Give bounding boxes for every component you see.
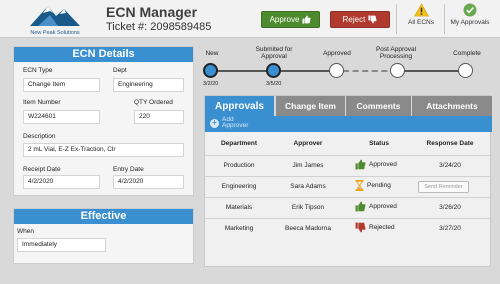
- receipt-date-field[interactable]: 4/2/2020: [23, 175, 100, 189]
- when-label: When: [17, 228, 34, 235]
- status-text: Approved: [369, 203, 397, 210]
- receipt-date-label: Receipt Date: [23, 166, 61, 173]
- item-number-label: Item Number: [23, 99, 61, 106]
- nav-my-label: My Approvals: [450, 19, 490, 26]
- department-cell: Production: [223, 162, 255, 169]
- status-text: Approved: [369, 161, 397, 168]
- hourglass-icon: [355, 180, 364, 191]
- dept-field[interactable]: Engineering: [113, 78, 184, 92]
- stage-dot-complete: [458, 63, 473, 78]
- status-text: Rejected: [369, 224, 395, 231]
- status-cell: Rejected: [355, 222, 395, 233]
- tab-comments[interactable]: Comments: [346, 96, 411, 116]
- approver-cell: Beeca Madorna: [285, 225, 331, 232]
- stage-label: New: [205, 50, 219, 57]
- approver-cell: Erik Tipson: [291, 204, 325, 211]
- progress-line: [404, 70, 459, 72]
- add-approver-button[interactable]: + Add Approver: [210, 116, 256, 129]
- nav-my-approvals[interactable]: My Approvals: [444, 3, 496, 37]
- when-field[interactable]: Immediately: [17, 238, 106, 252]
- check-circle-icon: [463, 3, 477, 17]
- response-date-cell: 3/26/20: [439, 204, 461, 211]
- description-field[interactable]: 2 mL Vial, E-Z Ex-Traction, Clr: [23, 143, 184, 157]
- approver-cell: Sara Adams: [290, 183, 326, 190]
- status-cell: Approved: [355, 159, 397, 170]
- app-title: ECN Manager: [106, 4, 198, 20]
- entry-date-label: Entry Date: [113, 166, 144, 173]
- logo-text: New Peak Solutions: [30, 30, 80, 36]
- column-header: Status: [369, 140, 389, 147]
- item-number-field[interactable]: W224601: [23, 110, 100, 124]
- status-cell: Approved: [355, 201, 397, 212]
- tab-bar: Approvals Change Item Comments Attachmen…: [205, 96, 492, 116]
- dept-label: Dept: [113, 67, 127, 74]
- status-cell: Pending: [355, 180, 391, 191]
- table-row[interactable]: Marketing Beeca Madorna Rejected 3/27/20: [205, 218, 492, 239]
- tab-attachments[interactable]: Attachments: [412, 96, 492, 116]
- status-text: Pending: [367, 182, 391, 189]
- tab-approvals[interactable]: Approvals: [205, 96, 274, 116]
- approvals-toolbar: + Add Approver: [205, 116, 492, 132]
- table-row[interactable]: Materials Erik Tipson Approved 3/26/20: [205, 197, 492, 218]
- thumbs-down-icon: [355, 222, 366, 233]
- thumbs-down-icon: [368, 15, 377, 24]
- progress-line: [343, 70, 397, 72]
- ecn-details-panel: ECN Details ECN Type Change Item Dept En…: [13, 46, 194, 196]
- effective-title: Effective: [14, 209, 193, 224]
- nav-all-label: All ECNs: [407, 19, 434, 26]
- app-header: New Peak Solutions ECN Manager Ticket #:…: [0, 0, 500, 38]
- approval-progress: New Submited for Approval Approved Post …: [200, 44, 492, 92]
- effective-panel: Effective When Immediately: [13, 208, 194, 264]
- warning-icon: [413, 3, 429, 17]
- response-date-cell: 3/27/20: [439, 225, 461, 232]
- stage-label: Complete: [453, 50, 481, 57]
- qty-field[interactable]: 220: [134, 110, 184, 124]
- approve-label: Approve: [269, 15, 300, 24]
- ecn-type-field[interactable]: Change Item: [23, 78, 100, 92]
- column-header: Department: [220, 140, 258, 147]
- department-cell: Materials: [225, 204, 253, 211]
- stage-dot-approved: [329, 63, 344, 78]
- ecn-details-title: ECN Details: [14, 47, 193, 62]
- approve-button[interactable]: Approve: [261, 11, 320, 28]
- send-reminder-button[interactable]: Send Reminder: [418, 181, 469, 193]
- stage-dot-new: [203, 63, 218, 78]
- entry-date-field[interactable]: 4/2/2020: [113, 175, 184, 189]
- approvals-panel: Approvals Change Item Comments Attachmen…: [204, 95, 492, 267]
- progress-line: [281, 70, 331, 72]
- department-cell: Engineering: [221, 183, 257, 190]
- company-logo[interactable]: New Peak Solutions: [20, 2, 90, 36]
- column-header: Approver: [293, 140, 323, 147]
- description-label: Description: [23, 133, 56, 140]
- reject-button[interactable]: Reject: [330, 11, 390, 28]
- table-row[interactable]: Engineering Sara Adams Pending Send Remi…: [205, 176, 492, 197]
- ecn-type-label: ECN Type: [23, 67, 53, 74]
- add-approver-label: Add Approver: [222, 116, 249, 129]
- ticket-number: Ticket #: 2098589485: [106, 21, 212, 33]
- qty-label: QTY Ordered: [134, 99, 173, 106]
- stage-date: 3/5/20: [266, 81, 282, 87]
- stage-date: 3/2/20: [203, 81, 219, 87]
- stage-dot-submitted: [266, 63, 281, 78]
- stage-label: Submited for Approval: [255, 46, 293, 60]
- department-cell: Marketing: [224, 225, 254, 232]
- response-date-cell: 3/24/20: [439, 162, 461, 169]
- stage-label: Approved: [323, 50, 351, 57]
- plus-icon: +: [210, 118, 219, 128]
- thumbs-up-icon: [355, 201, 366, 212]
- stage-label: Post Approval Processing: [375, 46, 417, 60]
- nav-all-ecns[interactable]: All ECNs: [395, 3, 447, 37]
- column-header: Response Date: [426, 140, 474, 147]
- thumbs-up-icon: [302, 15, 311, 24]
- reject-label: Reject: [342, 15, 366, 24]
- approver-cell: Jim James: [292, 162, 324, 169]
- tab-change-item[interactable]: Change Item: [276, 96, 345, 116]
- thumbs-up-icon: [355, 159, 366, 170]
- stage-dot-post-approval: [390, 63, 405, 78]
- table-row[interactable]: Production Jim James Approved 3/24/20: [205, 155, 492, 176]
